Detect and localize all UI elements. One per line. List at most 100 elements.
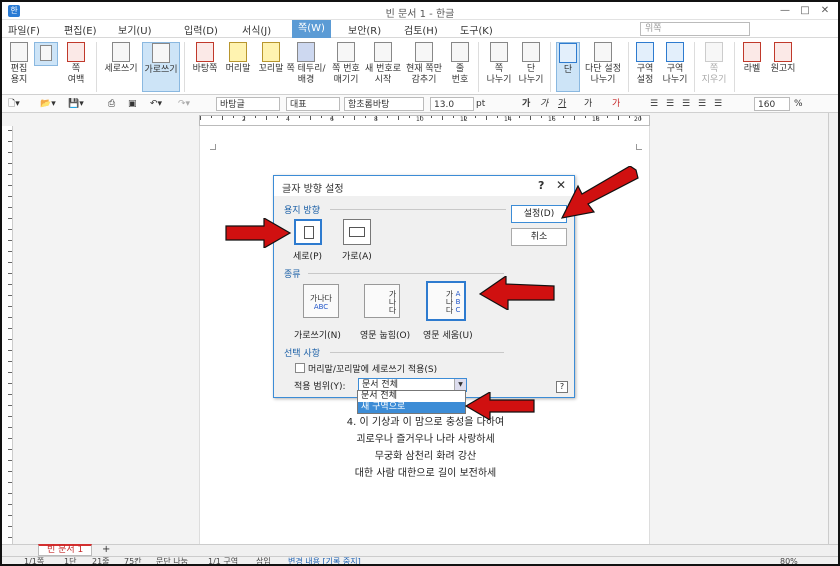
ribbon-multi-column[interactable]: 다단 설정 나누기 [582,42,624,86]
ribbon-master-page[interactable]: 바탕쪽 [190,42,220,75]
menu-file[interactable]: 파일(F) [8,22,40,37]
language-select[interactable]: 대표 [286,97,340,111]
align-left-icon[interactable]: ☰ [650,97,658,111]
style-select[interactable]: 바탕글 [216,97,280,111]
vertical-header-footer-checkbox[interactable] [295,363,305,373]
menu-edit[interactable]: 편집(E) [64,22,97,37]
preview-icon[interactable]: ▣ [128,97,137,111]
ribbon-vertical-writing[interactable]: 세로쓰기 [102,42,140,75]
status-zoom[interactable]: 80% [780,557,798,564]
open-folder-icon[interactable]: 📂▾ [40,97,56,111]
ribbon-label[interactable]: 라벨 [738,42,766,75]
ribbon-page-margin[interactable]: 쪽 여백 [60,42,92,86]
zoom-unit[interactable]: % [794,97,803,111]
dialog-title: 글자 방향 설정 [282,184,344,195]
ribbon-line-number[interactable]: 줄 번호 [446,42,474,86]
portrait-option[interactable] [294,219,322,245]
ruler-tick [420,116,421,120]
dialog-help-button[interactable]: ? [538,179,544,192]
vertical-ruler[interactable] [2,126,13,544]
close-window-icon[interactable]: ✕ [818,4,832,18]
menu-review[interactable]: 검토(H) [404,22,438,37]
ribbon-page-border[interactable]: 쪽 테두리/배경 [286,42,326,86]
ruler-tick [8,438,12,439]
menu-page[interactable]: 쪽(W) [292,20,331,38]
ribbon-page-number[interactable]: 쪽 번호 매기기 [328,42,364,86]
font-select[interactable]: 함초롬바탕 [344,97,424,111]
cancel-button[interactable]: 취소 [511,228,567,246]
new-doc-icon[interactable]: 🗋▾ [8,97,20,111]
ribbon-column-break[interactable]: 단 나누기 [516,42,546,86]
undo-icon[interactable]: ↶▾ [150,97,162,111]
ribbon-delete-page[interactable]: 쪽 지우기 [698,42,730,86]
master-page-icon [196,42,214,62]
bold-button[interactable]: 가 [522,97,530,111]
setting-button[interactable]: 설정(D) [511,205,567,223]
hide-page-icon [415,42,433,62]
menu-view[interactable]: 보기(U) [118,22,152,37]
maximize-icon[interactable]: □ [798,4,812,18]
font-size-unit[interactable]: pt [476,97,485,111]
ribbon-manuscript[interactable]: 원고지 [768,42,798,75]
ribbon-hide-page[interactable]: 현재 쪽만 감추기 [404,42,444,86]
menu-security[interactable]: 보안(R) [348,22,381,37]
ruler-tick [8,526,12,527]
italic-button[interactable]: 가 [540,97,548,111]
kind-english-lying-option[interactable]: 가나다 [364,284,400,318]
align-center-icon[interactable]: ☰ [682,97,690,111]
ruler-tick [607,116,608,118]
align-justify-icon[interactable]: ☰ [666,97,674,111]
vertical-scrollbar[interactable] [828,113,838,545]
strikeout-button[interactable]: 가 [584,97,592,111]
menu-tools[interactable]: 도구(K) [460,22,493,37]
kind-horizontal-option[interactable]: 가나다 ABC [303,284,339,318]
dropdown-option-new-section[interactable]: 새 구역으로 [358,402,465,413]
status-bar: 1/1쪽 1단 21줄 75칸 문단 나눔 1/1 구역 삽입 변경 내용 [기… [2,556,838,564]
ribbon-section-break[interactable]: 구역 나누기 [660,42,690,86]
document-body[interactable]: 4. 이 기상과 이 맘으로 충성을 다하여 괴로우나 즐거우나 나라 사랑하세… [200,414,651,482]
ruler-tick [8,482,12,483]
ruler-tick [233,116,234,118]
ruler-tick [8,229,12,230]
status-insert-mode[interactable]: 삽입 [256,557,271,564]
dialog-small-help-button[interactable]: ? [556,381,568,393]
ruler-tick [8,405,12,406]
dropdown-option-whole-document[interactable]: 문서 전체 [358,391,465,402]
page-icon [40,45,52,61]
horizontal-ruler[interactable]: 2 4 6 8 10 12 14 16 18 20 [199,115,650,126]
save-icon[interactable]: 💾▾ [68,97,84,111]
ribbon-section-setting[interactable]: 구역 설정 [632,42,658,86]
kind-english-upright-glyph: 가나다 [445,290,454,314]
landscape-option[interactable] [343,219,371,245]
menu-insert[interactable]: 입력(D) [184,22,218,37]
kind-english-upright-option[interactable]: 가나다 ABC [426,281,466,321]
align-distribute-icon[interactable]: ☰ [714,97,722,111]
print-icon[interactable]: ⎙ [108,97,115,111]
ribbon-paper-small[interactable] [34,42,58,66]
section-kind: 종류 [284,270,301,280]
ribbon-header[interactable]: 머리말 [222,42,254,75]
search-input[interactable]: 위쪽 [640,22,750,36]
red-arrow-icon [560,166,639,219]
font-size-input[interactable]: 13.0 [430,97,474,111]
zoom-input[interactable]: 160 [754,97,790,111]
kind-horizontal-abc: ABC [313,303,329,311]
ribbon-footer[interactable]: 꼬리말 [256,42,286,75]
ribbon-new-number[interactable]: 새 번호로 시작 [364,42,402,86]
ruler-tick [409,116,410,118]
add-tab-icon[interactable]: + [102,545,110,555]
status-track-changes[interactable]: 변경 내용 [기록 중지] [288,557,361,564]
underline-button[interactable]: 가 [558,97,566,111]
tab-document-1[interactable]: 빈 문서 1 [38,544,93,556]
minimize-icon[interactable]: — [778,4,792,18]
redo-icon[interactable]: ↷▾ [178,97,190,111]
ribbon-horizontal-writing[interactable]: 가로쓰기 [142,42,180,92]
font-color-button[interactable]: 가 [612,97,620,111]
ruler-tick [211,116,212,118]
menu-format[interactable]: 서식(J) [242,22,271,37]
ribbon-column[interactable]: 단 [556,42,580,92]
ribbon-edit-paper[interactable]: 편집 용지 [6,42,32,86]
align-right-icon[interactable]: ☰ [698,97,706,111]
ruler-tick [8,493,12,494]
ribbon-page-break[interactable]: 쪽 나누기 [484,42,514,86]
